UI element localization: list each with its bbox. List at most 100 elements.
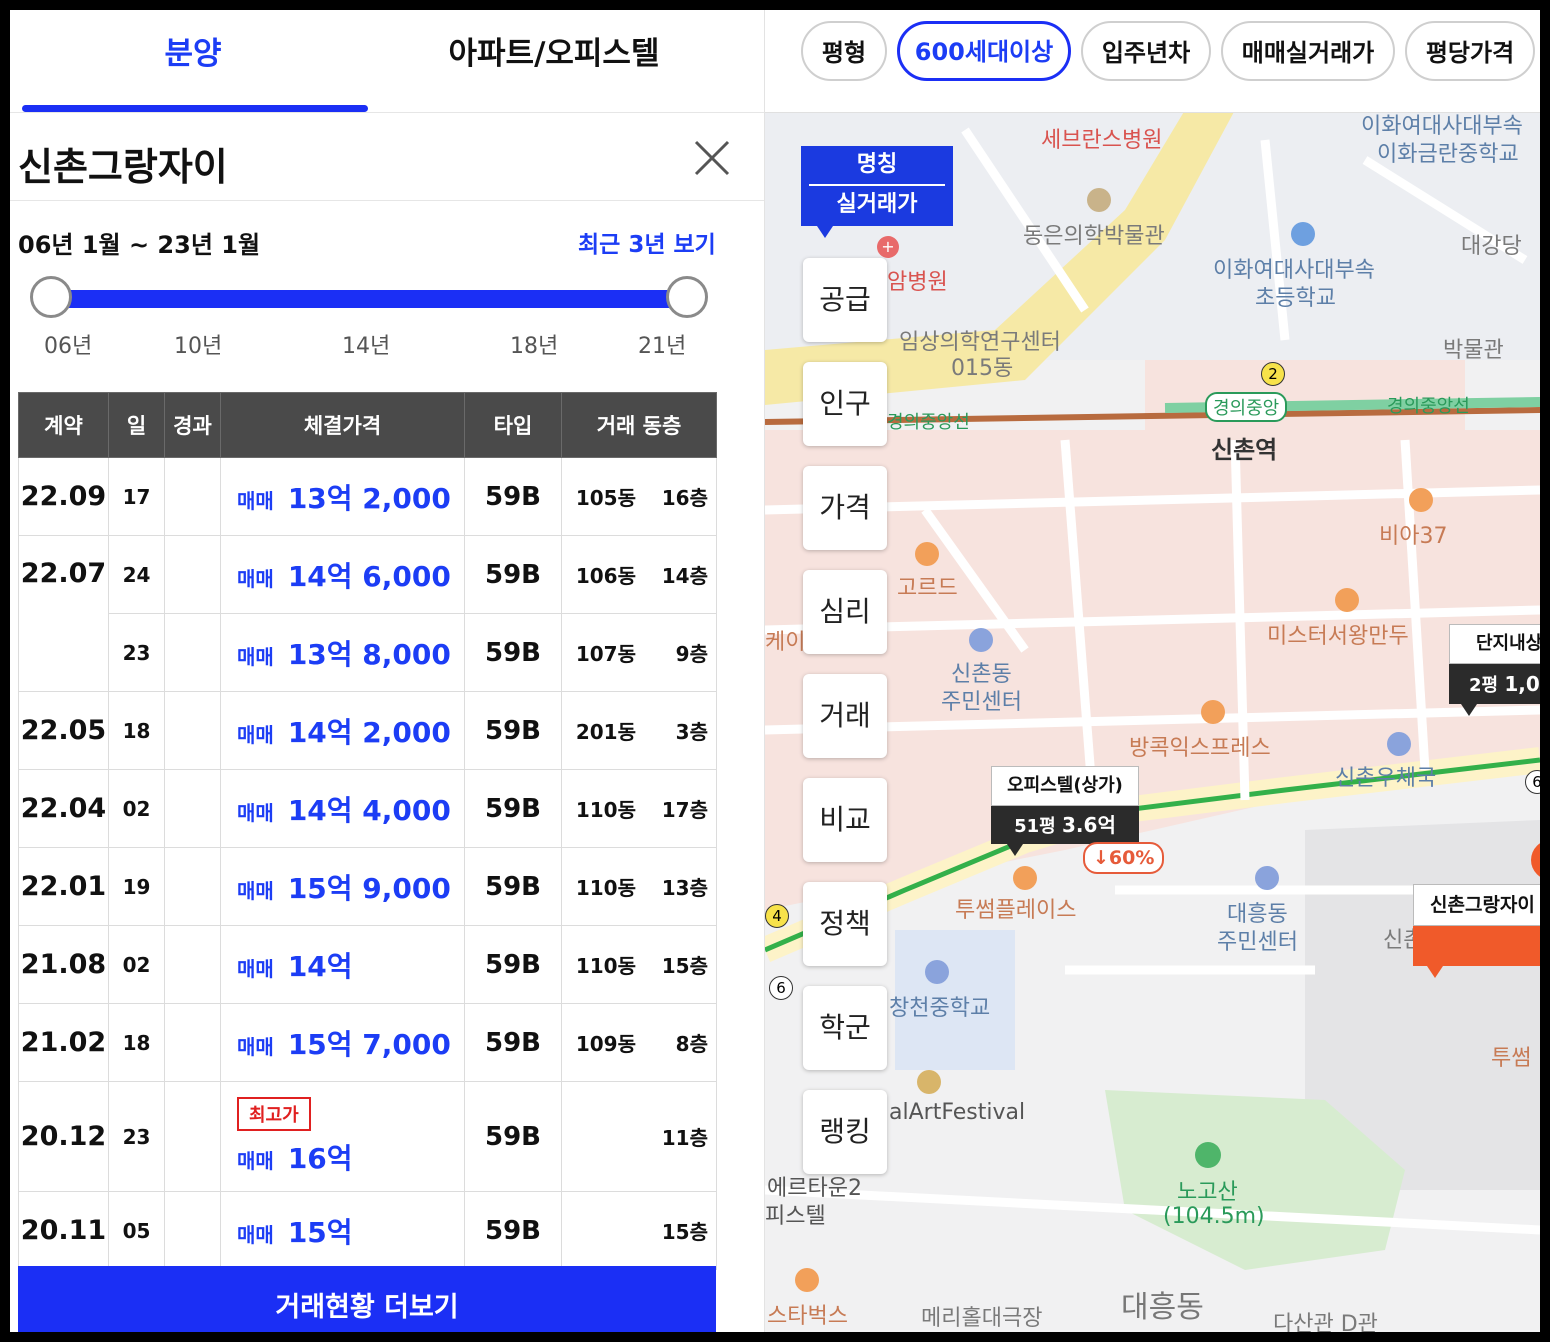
side-menu-transaction[interactable]: 거래 xyxy=(803,674,887,758)
elapsed-cell xyxy=(164,1003,221,1082)
contract-day: 23 xyxy=(108,613,165,692)
side-menu-compare[interactable]: 비교 xyxy=(803,778,887,862)
contract-date: 22.01 xyxy=(18,847,109,926)
map-label: 주민센터 xyxy=(941,690,1022,715)
side-menu-supply[interactable]: 공급 xyxy=(803,258,887,342)
elapsed-cell xyxy=(164,457,221,536)
slider-tick: 18년 xyxy=(510,334,559,359)
contract-day: 02 xyxy=(108,925,165,1004)
price-cell: 매매 15억 xyxy=(220,1191,465,1270)
subway-line-icon: 6 xyxy=(769,976,793,1000)
tab-presale[interactable]: 분양 xyxy=(10,28,376,73)
map-label: alArtFestival xyxy=(889,1100,1026,1125)
dong-floor-cell: 105동 16층 xyxy=(561,457,717,536)
complex-store-marker[interactable]: 단지내상 2평 1,00 xyxy=(1449,624,1540,716)
contract-date: 20.12 xyxy=(18,1081,109,1192)
table-header: 계약 일 경과 체결가격 타입 거래 동층 xyxy=(18,392,717,458)
elapsed-cell xyxy=(164,1191,221,1270)
table-row: 22.09 17 매매 13억 2,000 59B 105동 16층 xyxy=(18,457,717,536)
cafe-icon xyxy=(795,1268,819,1292)
contract-date: 22.09 xyxy=(18,457,109,536)
map-label: 피스텔 xyxy=(765,1204,826,1229)
floor: 9층 xyxy=(675,642,708,666)
slider-tick: 06년 xyxy=(44,334,93,359)
filter-chip-600-households[interactable]: 600세대이상 xyxy=(897,21,1071,81)
slider-start-handle[interactable] xyxy=(30,276,72,318)
deal-type: 매매 xyxy=(237,644,274,669)
map-label: 초등학교 xyxy=(1255,286,1336,311)
price-amount: 13억 8,000 xyxy=(287,637,451,671)
floor: 15층 xyxy=(661,1220,708,1244)
map-label: 암병원 xyxy=(887,270,948,295)
tab-apartment[interactable]: 아파트/오피스텔 xyxy=(376,28,732,73)
highest-price-badge: 최고가 xyxy=(237,1096,311,1131)
more-transactions-button[interactable]: 거래현황 더보기 xyxy=(18,1266,716,1332)
contract-day: 05 xyxy=(108,1191,165,1270)
filter-chip-move-in-year[interactable]: 입주년차 xyxy=(1081,21,1211,81)
dong: 106동 xyxy=(575,564,636,588)
side-menu-sentiment[interactable]: 심리 xyxy=(803,570,887,654)
table-row: 22.04 02 매매 14억 4,000 59B 110동 17층 xyxy=(18,769,717,848)
price-amount: 13억 2,000 xyxy=(287,481,451,515)
contract-day: 17 xyxy=(108,457,165,536)
dong-floor-cell: 11층 xyxy=(561,1081,717,1192)
restaurant-icon xyxy=(1335,588,1359,612)
col-header-day: 일 xyxy=(108,392,165,458)
filter-chip-sale-price[interactable]: 매매실거래가 xyxy=(1221,21,1395,81)
slider-end-handle[interactable] xyxy=(666,276,708,318)
school-icon xyxy=(1291,222,1315,246)
recent-3-years-link[interactable]: 최근 3년 보기 xyxy=(578,225,716,259)
museum-icon xyxy=(1087,188,1111,212)
col-header-price: 체결가격 xyxy=(220,392,465,458)
side-menu-population[interactable]: 인구 xyxy=(803,362,887,446)
price-amount: 16억 xyxy=(287,1141,353,1175)
marker-title: 신촌그랑자이 xyxy=(1413,884,1540,926)
table-row: 22.05 18 매매 14억 2,000 59B 201동 3층 xyxy=(18,691,717,770)
deal-type: 매매 xyxy=(237,956,274,981)
price-cell: 매매 13억 8,000 xyxy=(220,613,465,692)
side-menu-ranking[interactable]: 랭킹 xyxy=(803,1090,887,1174)
selected-complex-marker[interactable]: 신촌그랑자이 xyxy=(1413,884,1540,978)
contract-day: 02 xyxy=(108,769,165,848)
side-menu-school-district[interactable]: 학군 xyxy=(803,986,887,1070)
floor: 11층 xyxy=(661,1126,708,1150)
panel-tabs: 분양 아파트/오피스텔 xyxy=(10,10,764,113)
map-label: 세브란스병원 xyxy=(1041,128,1163,153)
dong: 110동 xyxy=(575,954,636,978)
dong: 107동 xyxy=(575,642,636,666)
active-tab-indicator xyxy=(22,105,368,112)
marker-body: 2평 1,00 xyxy=(1449,664,1540,704)
map-label: 고르드 xyxy=(897,576,958,601)
map-label: 경의중앙선 xyxy=(887,412,970,433)
filter-chip-price-per-pyeong[interactable]: 평당가격 xyxy=(1405,21,1535,81)
marker-body: 51평 3.6억 xyxy=(991,806,1139,844)
price-cell: 매매 15억 9,000 xyxy=(220,847,465,926)
close-icon[interactable] xyxy=(692,138,732,178)
table-row: 21.02 18 매매 15억 7,000 59B 109동 8층 xyxy=(18,1003,717,1082)
station-label: 신촌역 xyxy=(1211,436,1278,464)
cafe-icon xyxy=(1013,866,1037,890)
dong-floor-cell: 110동 13층 xyxy=(561,847,717,926)
elapsed-cell xyxy=(164,769,221,848)
period-slider-track[interactable] xyxy=(54,290,686,308)
contract-date: 22.04 xyxy=(18,769,109,848)
filter-chip-size[interactable]: 평형 xyxy=(801,21,887,81)
dong: 109동 xyxy=(575,1032,636,1056)
deal-type: 매매 xyxy=(237,878,274,903)
restaurant-icon xyxy=(1201,700,1225,724)
elapsed-cell xyxy=(164,925,221,1004)
map-label: 방콕익스프레스 xyxy=(1129,736,1271,761)
mountain-icon xyxy=(1195,1142,1221,1168)
unit-type: 59B xyxy=(464,1081,562,1192)
side-menu-price[interactable]: 가격 xyxy=(803,466,887,550)
marker-price: 3.6억 xyxy=(1062,813,1116,837)
map-panel[interactable]: 평형 600세대이상 입주년차 매매실거래가 평당가격 세브란스병원 이화여대사… xyxy=(765,10,1540,1332)
deal-type: 매매 xyxy=(237,566,274,591)
side-menu-policy[interactable]: 정책 xyxy=(803,882,887,966)
deal-type: 매매 xyxy=(237,1148,274,1173)
dong-floor-cell: 106동 14층 xyxy=(561,535,717,614)
unit-type: 59B xyxy=(464,1003,562,1082)
table-row: 22.01 19 매매 15억 9,000 59B 110동 13층 xyxy=(18,847,717,926)
elapsed-cell xyxy=(164,535,221,614)
dong-floor-cell: 15층 xyxy=(561,1191,717,1270)
